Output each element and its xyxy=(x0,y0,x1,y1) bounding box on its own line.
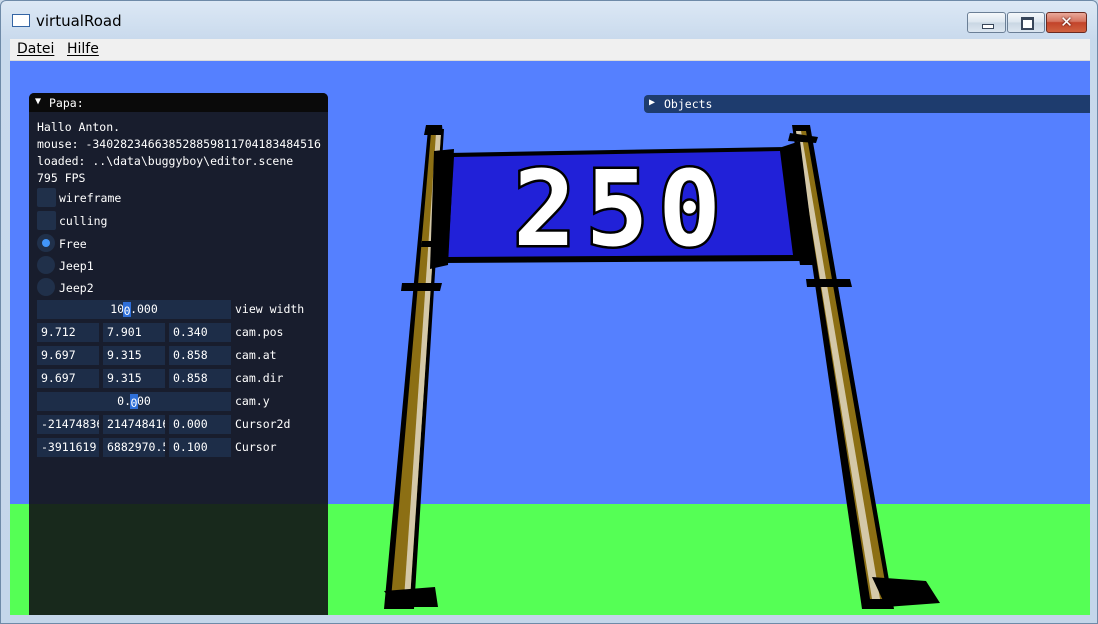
menu-bar: Datei Hilfe xyxy=(10,39,1090,61)
cam-dir-label: cam.dir xyxy=(235,371,284,385)
cam-at-y-input[interactable]: 9.315 xyxy=(103,346,165,365)
cam-at-label: cam.at xyxy=(235,348,277,362)
window-title: virtualRoad xyxy=(36,12,122,30)
close-button[interactable]: ✕ xyxy=(1046,12,1087,33)
minimize-icon xyxy=(982,24,994,29)
triangle-down-icon[interactable]: ▼ xyxy=(35,96,41,107)
view-width-value-end: .000 xyxy=(130,302,158,316)
cursor2d-y-input[interactable]: 2147484160 xyxy=(103,415,165,434)
cam-y-value-end: 00 xyxy=(137,394,151,408)
cam-pos-x-input[interactable]: 9.712 xyxy=(37,323,99,342)
radio-jeep2-label: Jeep2 xyxy=(59,281,94,295)
cam-pos-y-input[interactable]: 7.901 xyxy=(103,323,165,342)
cam-dir-y-input[interactable]: 9.315 xyxy=(103,369,165,388)
panel-title: Papa: xyxy=(49,96,84,110)
app-window-icon xyxy=(12,14,30,27)
greeting-text: Hallo Anton. xyxy=(37,120,121,134)
cam-pos-z-input[interactable]: 0.340 xyxy=(169,323,231,342)
cursor-z-input[interactable]: 0.100 xyxy=(169,438,231,457)
loaded-scene-text: loaded: ..\data\buggyboy\editor.scene xyxy=(37,154,294,168)
menu-hilfe[interactable]: Hilfe xyxy=(67,41,99,57)
objects-title: Objects xyxy=(664,97,713,111)
mouse-text: mouse: -34028234663852885981170418348451… xyxy=(37,137,321,151)
panel-title-bar[interactable]: ▼ Papa: xyxy=(29,93,328,112)
title-bar[interactable]: virtualRoad ✕ xyxy=(1,1,1097,37)
close-icon: ✕ xyxy=(1060,13,1073,31)
right-post xyxy=(788,125,940,609)
minimize-button[interactable] xyxy=(967,12,1006,33)
maximize-button[interactable] xyxy=(1007,12,1045,33)
fps-text: 795 FPS xyxy=(37,171,86,185)
banner-number: 250 xyxy=(513,148,731,270)
menu-datei[interactable]: Datei xyxy=(17,41,54,57)
app-window: virtualRoad ✕ Datei Hilfe 250 ▼ Papa: Ha… xyxy=(0,0,1098,624)
debug-panel: ▼ Papa: Hallo Anton. mouse: -34028234663… xyxy=(29,93,328,615)
culling-label: culling xyxy=(59,214,108,228)
radio-free-label: Free xyxy=(59,237,87,251)
cursor-label: Cursor xyxy=(235,440,277,454)
cursor-y-input[interactable]: 6882970.5 xyxy=(103,438,165,457)
wireframe-label: wireframe xyxy=(59,191,122,205)
cursor2d-z-input[interactable]: 0.000 xyxy=(169,415,231,434)
cam-y-label: cam.y xyxy=(235,394,270,408)
cam-at-x-input[interactable]: 9.697 xyxy=(37,346,99,365)
triangle-right-icon[interactable]: ▶ xyxy=(649,97,655,108)
culling-checkbox[interactable] xyxy=(37,211,56,230)
view-width-value-start: 10 xyxy=(110,302,125,316)
cursor2d-x-input[interactable]: -2147483648 xyxy=(37,415,99,434)
view-width-label: view width xyxy=(235,302,305,316)
radio-jeep1-label: Jeep1 xyxy=(59,259,94,273)
maximize-icon xyxy=(1021,17,1034,30)
banner: 250 xyxy=(430,141,816,273)
objects-panel[interactable]: ▶ Objects xyxy=(644,95,1090,113)
3d-viewport[interactable]: 250 ▼ Papa: Hallo Anton. mouse: -3402823… xyxy=(10,61,1090,615)
view-width-input[interactable]: 100.000 xyxy=(37,300,231,319)
radio-free[interactable] xyxy=(37,234,55,252)
cam-at-z-input[interactable]: 0.858 xyxy=(169,346,231,365)
cursor2d-label: Cursor2d xyxy=(235,417,291,431)
wireframe-checkbox[interactable] xyxy=(37,188,56,207)
radio-jeep1[interactable] xyxy=(37,256,55,274)
cam-pos-label: cam.pos xyxy=(235,325,284,339)
cam-y-value-start: 0. xyxy=(117,394,131,408)
cam-y-input[interactable]: 0.000 xyxy=(37,392,231,411)
cam-dir-x-input[interactable]: 9.697 xyxy=(37,369,99,388)
radio-jeep2[interactable] xyxy=(37,278,55,296)
cursor-x-input[interactable]: -3911619 xyxy=(37,438,99,457)
cam-dir-z-input[interactable]: 0.858 xyxy=(169,369,231,388)
